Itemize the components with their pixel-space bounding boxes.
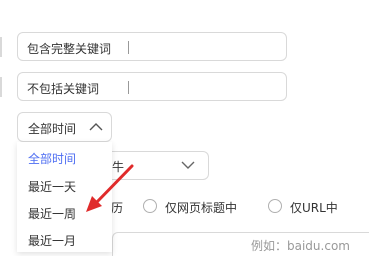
exclude-words-input[interactable]: 不包括关键词 — [17, 72, 287, 101]
chevron-down-icon — [181, 161, 195, 169]
exclude-words-value: 不包括关键词 — [27, 82, 100, 96]
text-cursor — [128, 41, 129, 54]
include-phrase-input[interactable]: 包含完整关键词 — [17, 32, 287, 61]
time-option-all[interactable]: 全部时间 — [28, 150, 76, 167]
time-filter-selected: 全部时间 — [28, 122, 77, 136]
chevron-up-icon — [89, 123, 103, 131]
radio-url-only[interactable] — [268, 199, 282, 213]
left-edge-tick-2 — [0, 77, 2, 97]
time-option-month[interactable]: 最近一月 — [28, 232, 76, 249]
time-option-day[interactable]: 最近一天 — [28, 178, 76, 195]
left-edge-tick-1 — [0, 37, 2, 57]
include-phrase-value: 包含完整关键词 — [27, 42, 112, 56]
time-filter-select[interactable]: 全部时间 — [17, 112, 112, 142]
radio-title-only-label[interactable]: 仅网页标题中 — [165, 199, 237, 216]
time-option-week[interactable]: 最近一周 — [28, 205, 76, 222]
radio-url-only-label[interactable]: 仅URL中 — [290, 199, 338, 216]
annotation-arrow-icon — [86, 164, 134, 212]
radio-title-only[interactable] — [143, 199, 157, 213]
text-cursor — [128, 81, 129, 94]
site-input-placeholder: 例如：baidu.com — [251, 239, 350, 253]
